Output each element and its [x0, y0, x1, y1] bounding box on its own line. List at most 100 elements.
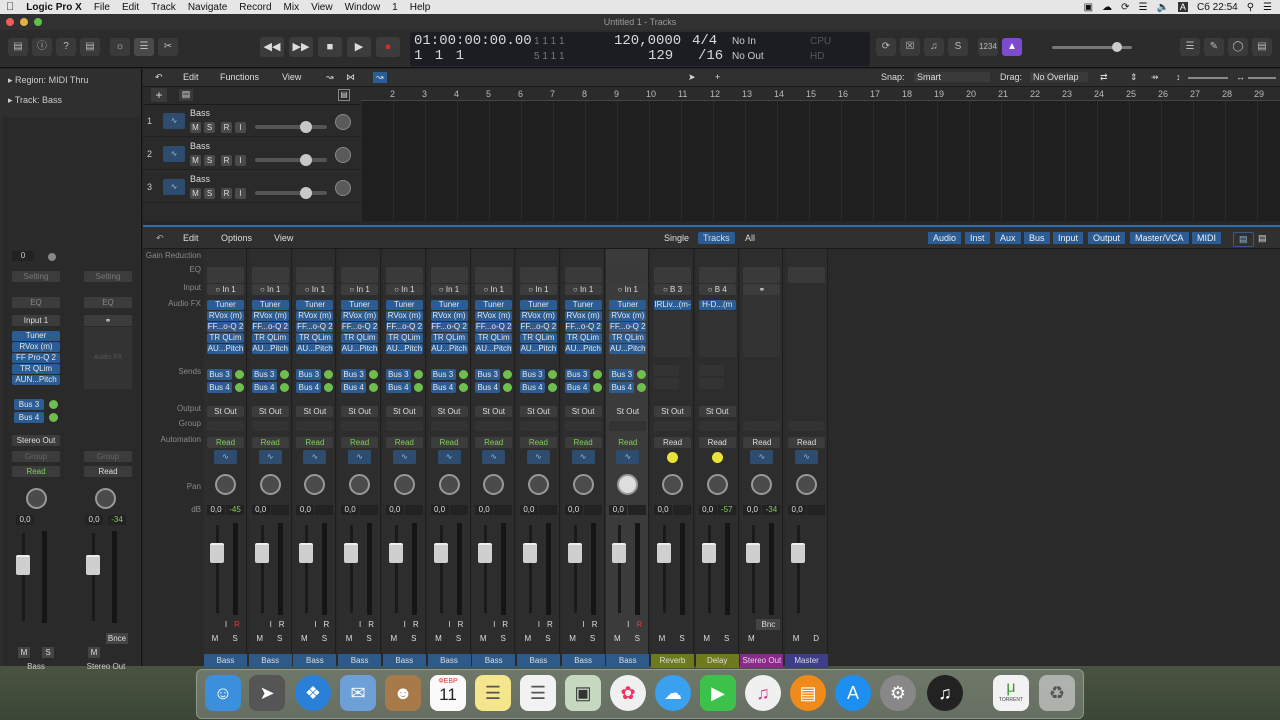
mute-button[interactable]: M [298, 633, 310, 644]
master-volume-knob[interactable] [1112, 42, 1122, 52]
channel-strip[interactable]: ○ In 1 Tuner RVox (m) FF...o-Q 2 TR QLim AU..… [472, 249, 516, 668]
volume-fader[interactable] [388, 543, 403, 563]
mute-button[interactable]: M [522, 633, 534, 644]
channel-strip[interactable]: ○ In 1 Tuner RVox (m) FF...o-Q 2 TR QLim AU..… [293, 249, 337, 668]
eq-thumbnail[interactable] [251, 267, 289, 283]
automation-mode[interactable]: Read [519, 437, 557, 448]
plugin-slot[interactable]: RVox (m) [475, 311, 513, 321]
solo-button[interactable]: S [676, 633, 688, 644]
mute-button[interactable]: M [745, 633, 757, 644]
strip-name[interactable]: Bass [472, 654, 516, 668]
inspector-group-2[interactable]: Group [84, 451, 132, 462]
empty-fx-area[interactable] [698, 311, 736, 357]
channel-strip[interactable]: ○ In 1 Tuner RVox (m) FF...o-Q 2 TR QLim AU..… [338, 249, 382, 668]
plugin-slot[interactable]: AU...Pitch [519, 344, 557, 354]
mute-button[interactable]: M [611, 633, 623, 644]
strip-name[interactable]: Bass [293, 654, 337, 668]
send-level-knob[interactable] [413, 370, 423, 379]
strip-name[interactable]: Bass [338, 654, 382, 668]
track-solo-button[interactable]: S [204, 155, 215, 166]
volume-fader[interactable] [791, 543, 806, 563]
send-slot[interactable]: Bus 4 [385, 382, 411, 393]
mixer-back-icon[interactable]: ↶ [151, 232, 169, 245]
tracks-view-menu[interactable]: View [282, 72, 301, 82]
output-slot[interactable]: St Out [385, 406, 423, 417]
inspector-fader-2[interactable] [86, 555, 100, 575]
eq-thumbnail[interactable] [430, 267, 468, 283]
mixer-view-tracks[interactable]: Tracks [698, 232, 735, 244]
plugin-slot[interactable]: Tuner [430, 300, 468, 310]
dock-messages-icon[interactable]: ☁ [655, 675, 691, 711]
track-volume-slider[interactable] [255, 158, 327, 162]
plugin-slot[interactable]: AU...Pitch [251, 344, 289, 354]
plugin-slot[interactable]: RVox (m) [430, 311, 468, 321]
send-level-knob[interactable] [369, 370, 379, 379]
dock-system-preferences-icon[interactable]: ⚙ [880, 675, 916, 711]
menu-mix[interactable]: Mix [278, 2, 306, 13]
plugin-slot[interactable]: AU...Pitch [385, 344, 423, 354]
track-pan-knob[interactable] [335, 180, 351, 196]
volume-fader[interactable] [612, 543, 627, 563]
output-slot[interactable]: St Out [654, 406, 691, 417]
wide-strips-icon[interactable]: ▤ [1253, 232, 1272, 245]
inspector-eq-1[interactable]: EQ [12, 297, 60, 308]
channel-strip[interactable]: ○ B 3 IRLiv...(m- St Out Read 0,0 M S Reverb [651, 249, 694, 668]
filter-audio[interactable]: Audio [928, 232, 962, 244]
track-volume-knob[interactable] [300, 187, 312, 199]
region-disclosure-icon[interactable]: ▸ [8, 75, 15, 85]
channel-strip[interactable]: ○ B 4 H-D...(m St Out Read 0,0 -57 M S Delay [695, 249, 739, 668]
bar-ruler[interactable]: 2 3 4 5 6 7 8 9 10 11 12 13 14 15 16 17 18 19 20 21 22 23 24 25… [361, 87, 1280, 101]
plugin-slot[interactable]: RVox (m) [385, 311, 423, 321]
automation-mode[interactable]: Read [385, 437, 423, 448]
inspector-input[interactable]: Input 1 [12, 315, 60, 326]
solo-button[interactable]: S [721, 633, 733, 644]
track-solo-button[interactable]: S [204, 122, 215, 133]
input-slot[interactable]: ○ In 1 [296, 284, 334, 295]
output-slot[interactable]: St Out [564, 406, 602, 417]
group-slot[interactable] [609, 421, 647, 431]
strip-name[interactable]: Master [785, 654, 829, 668]
dock-notes-icon[interactable]: ☰ [475, 675, 511, 711]
eq-thumbnail[interactable] [609, 267, 647, 283]
volume-fader[interactable] [210, 543, 224, 563]
pan-knob[interactable] [796, 474, 818, 495]
solo-button[interactable]: S [318, 633, 330, 644]
volume-fader[interactable] [478, 543, 493, 563]
volume-fader[interactable] [746, 543, 761, 563]
record-enable-button[interactable]: R [633, 619, 645, 630]
group-slot[interactable] [207, 421, 244, 431]
record-enable-button[interactable]: R [544, 619, 556, 630]
send-level-knob[interactable] [637, 370, 647, 379]
track-pan-knob[interactable] [335, 147, 351, 163]
eq-thumbnail[interactable] [788, 267, 826, 283]
mute-button[interactable]: M [343, 633, 355, 644]
eq-thumbnail[interactable] [743, 267, 781, 283]
send-slot[interactable]: Bus 4 [519, 382, 545, 393]
dock-finder-icon[interactable]: ☺ [205, 675, 241, 711]
wifi-icon[interactable]: ☰ [1139, 2, 1148, 13]
input-slot[interactable]: ○ B 3 [654, 284, 691, 295]
group-slot[interactable] [430, 421, 468, 431]
mute-button[interactable]: M [790, 633, 802, 644]
plugin-slot[interactable]: TR QLim [251, 333, 289, 343]
solo-icon[interactable]: S [948, 38, 968, 56]
track-input-monitor-button[interactable]: I [235, 155, 246, 166]
solo-button[interactable]: S [274, 633, 286, 644]
dock-mail-icon[interactable]: ✉ [340, 675, 376, 711]
mute-button[interactable]: M [254, 633, 266, 644]
tracks-functions-menu[interactable]: Functions [220, 72, 259, 82]
menu-window[interactable]: Window [339, 2, 387, 13]
tuner-icon[interactable]: ♫ [924, 38, 944, 56]
filter-input[interactable]: Input [1053, 232, 1084, 244]
plugin-slot[interactable]: AU...Pitch [430, 344, 468, 354]
notification-center-icon[interactable]: ☰ [1263, 2, 1272, 13]
inspector-top-knob[interactable] [48, 253, 56, 261]
input-slot[interactable]: ○ In 1 [207, 284, 244, 295]
menu-edit[interactable]: Edit [116, 2, 145, 13]
inspector-pan-2[interactable] [95, 488, 116, 509]
rewind-button[interactable]: ◀◀ [260, 37, 284, 57]
dock-itunes-icon[interactable]: ♫ [745, 675, 781, 711]
mixer-view-all[interactable]: All [740, 232, 760, 244]
volume-icon[interactable]: 🔈 [1156, 2, 1168, 13]
eq-thumbnail[interactable] [341, 267, 379, 283]
